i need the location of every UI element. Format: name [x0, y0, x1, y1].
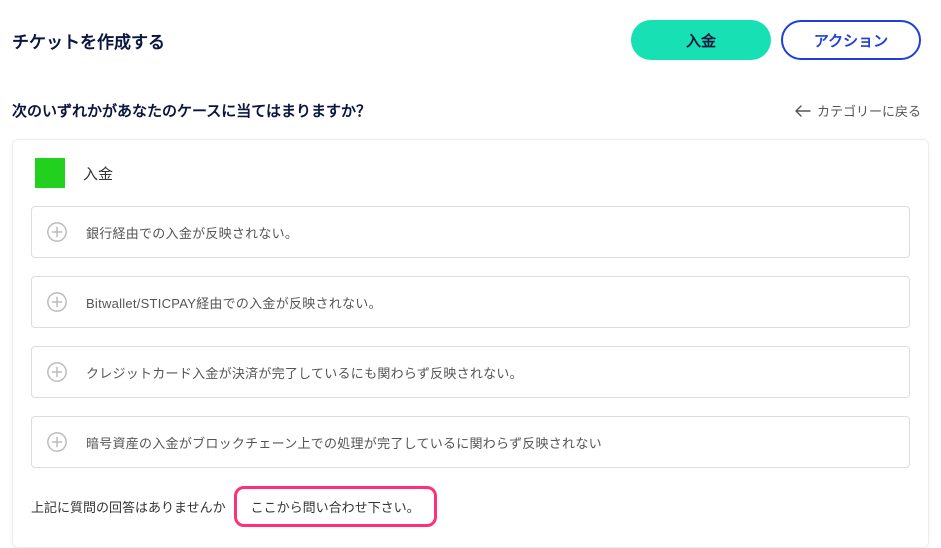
plus-circle-icon	[46, 361, 68, 383]
faq-text: 暗号資産の入金がブロックチェーン上での処理が完了しているに関わらず反映されない	[86, 433, 602, 452]
faq-item[interactable]: 暗号資産の入金がブロックチェーン上での処理が完了しているに関わらず反映されない	[31, 416, 910, 468]
contact-link[interactable]: ここから問い合わせ下さい。	[234, 486, 437, 527]
question-heading: 次のいずれかがあなたのケースに当てはまりますか？	[12, 100, 371, 121]
header-buttons: 入金 アクション	[631, 20, 921, 60]
faq-item[interactable]: 銀行経由での入金が反映されない。	[31, 206, 910, 258]
faq-card: 入金 銀行経由での入金が反映されない。 Bitwallet/STICPAY経由で…	[12, 139, 929, 548]
page-title: チケットを作成する	[12, 28, 165, 53]
plus-circle-icon	[46, 291, 68, 313]
faq-item[interactable]: Bitwallet/STICPAY経由での入金が反映されない。	[31, 276, 910, 328]
category-header: 入金	[35, 158, 910, 188]
category-icon	[35, 158, 65, 188]
action-button[interactable]: アクション	[781, 20, 921, 60]
back-label: カテゴリーに戻る	[817, 101, 921, 120]
deposit-button[interactable]: 入金	[631, 20, 771, 60]
footer-prompt: 上記に質問の回答はありませんか	[31, 497, 226, 516]
plus-circle-icon	[46, 221, 68, 243]
faq-text: クレジットカード入金が決済が完了しているにも関わらず反映されない。	[86, 363, 523, 382]
arrow-left-icon	[795, 105, 811, 117]
category-label: 入金	[83, 163, 113, 184]
plus-circle-icon	[46, 431, 68, 453]
faq-item[interactable]: クレジットカード入金が決済が完了しているにも関わらず反映されない。	[31, 346, 910, 398]
footer-line: 上記に質問の回答はありませんか ここから問い合わせ下さい。	[31, 486, 910, 527]
faq-text: 銀行経由での入金が反映されない。	[86, 223, 298, 242]
back-to-categories-link[interactable]: カテゴリーに戻る	[795, 101, 921, 120]
faq-text: Bitwallet/STICPAY経由での入金が反映されない。	[86, 293, 382, 312]
